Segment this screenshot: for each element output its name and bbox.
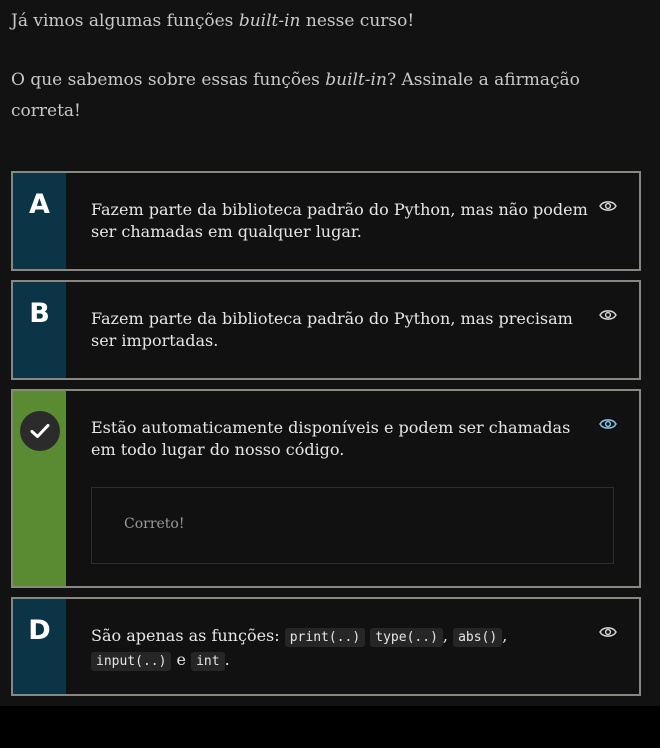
option-c-correct[interactable]: Estão automaticamente disponíveis e pode…: [11, 389, 641, 588]
eye-icon[interactable]: [599, 417, 617, 431]
question-intro: Já vimos algumas funções built-in nesse …: [11, 6, 641, 127]
code-int: int: [191, 652, 225, 671]
option-letter: B: [29, 298, 50, 329]
option-d[interactable]: D São apenas as funções: print(..) type(…: [11, 597, 641, 696]
option-b[interactable]: B Fazem parte da biblioteca padrão do Py…: [11, 280, 641, 380]
intro-line-1: Já vimos algumas funções built-in nesse …: [11, 11, 415, 31]
built-in-term: built-in: [238, 11, 301, 31]
built-in-term: built-in: [325, 70, 387, 90]
code-input: input(..): [91, 652, 172, 671]
option-text: São apenas as funções: print(..) type(..…: [91, 626, 508, 671]
option-letter-box: B: [13, 282, 66, 378]
option-letter: A: [29, 189, 50, 220]
quiz-page: Já vimos algumas funções built-in nesse …: [0, 0, 660, 706]
option-text: Fazem parte da biblioteca padrão do Pyth…: [91, 200, 588, 241]
code-print: print(..): [284, 628, 366, 647]
eye-icon[interactable]: [599, 308, 617, 322]
option-letter: D: [28, 615, 51, 646]
option-text: Fazem parte da biblioteca padrão do Pyth…: [91, 309, 573, 350]
eye-icon[interactable]: [599, 199, 617, 213]
feedback-text: Correto!: [124, 516, 185, 532]
option-text: Estão automaticamente disponíveis e pode…: [91, 418, 571, 459]
option-letter-box: D: [13, 599, 66, 694]
option-letter-box: [13, 391, 66, 586]
option-letter-box: A: [13, 173, 66, 269]
question-text: O que sabemos sobre essas funções built-…: [11, 70, 580, 121]
feedback-box: Correto!: [91, 487, 614, 564]
eye-icon[interactable]: [599, 625, 617, 639]
check-icon: [19, 411, 60, 451]
option-a[interactable]: A Fazem parte da biblioteca padrão do Py…: [11, 171, 641, 271]
code-abs: abs(): [453, 628, 503, 647]
code-type: type(..): [370, 628, 443, 647]
